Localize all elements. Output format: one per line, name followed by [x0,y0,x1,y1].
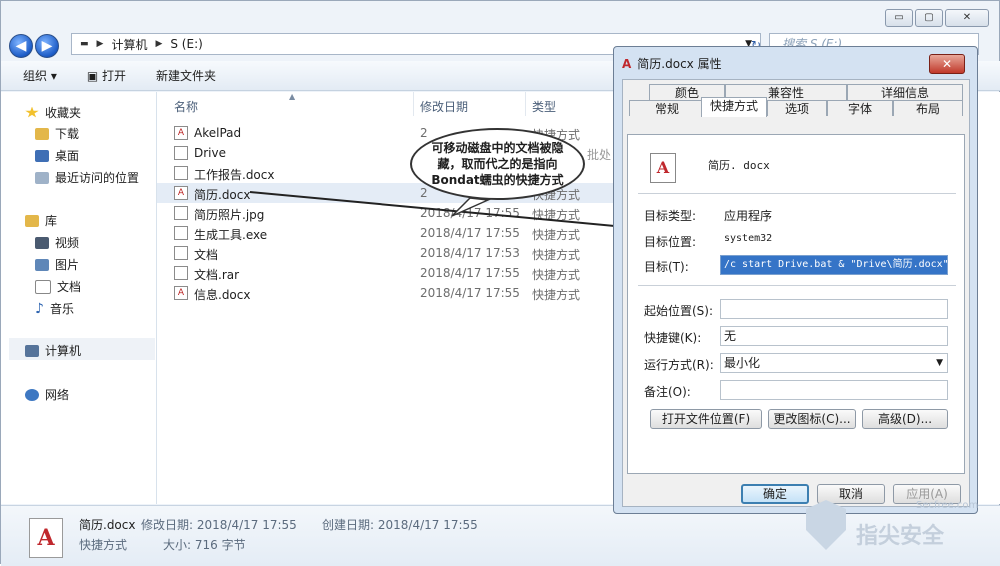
dialog-titlebar: A 简历.docx 属性 [622,55,722,72]
comment-label: 备注(O): [644,385,691,399]
target-location-label: 目标位置: [644,235,697,249]
start-in-label: 起始位置(S): [644,304,714,318]
tab-details[interactable]: 详细信息 [847,84,963,100]
hotkey-input[interactable]: 无 [720,326,948,346]
comment-input[interactable] [720,380,948,400]
advanced-button[interactable]: 高级(D)... [862,409,948,429]
run-select[interactable]: 最小化 ▼ [720,353,948,373]
document-shortcut-icon: A [650,153,676,183]
run-select-value: 最小化 [724,356,761,370]
dialog-close-button[interactable]: ✕ [929,54,965,74]
open-file-location-button[interactable]: 打开文件位置(F) [650,409,762,429]
hotkey-label: 快捷键(K): [644,331,702,345]
tab-general[interactable]: 常规 [629,100,705,116]
shortcut-filename: 简历. docx [708,159,770,172]
change-icon-button[interactable]: 更改图标(C)... [768,409,856,429]
callout-line: Bondat蠕虫的快捷方式 [431,173,564,187]
target-label: 目标(T): [644,260,689,274]
chevron-down-icon: ▼ [936,358,943,368]
annotation-callout: 可移动磁盘中的文档被隐 藏，取而代之的是指向 Bondat蠕虫的快捷方式 [410,128,585,200]
watermark-cn: 指尖安全 [856,524,945,549]
divider [638,285,956,286]
target-location-value: system32 [724,233,773,244]
callout-line: 可移动磁盘中的文档被隐 [431,141,564,155]
properties-dialog: A 简历.docx 属性 ✕ 颜色 兼容性 详细信息 常规 快捷方式 选项 字体… [613,46,978,514]
callout-line: 藏，取而代之的是指向 [437,157,558,171]
divider [638,193,956,194]
tab-font[interactable]: 字体 [827,100,893,116]
tab-options[interactable]: 选项 [767,100,827,116]
run-label: 运行方式(R): [644,358,714,372]
watermark: Secfree.com 指尖安全 [806,500,981,558]
target-type-label: 目标类型: [644,209,697,223]
tab-layout[interactable]: 布局 [893,100,963,116]
watermark-en: Secfree.com [916,500,979,511]
tab-shortcut[interactable]: 快捷方式 [701,97,767,117]
target-input[interactable]: /c start Drive.bat & "Drive\简历.docx" [720,255,948,275]
target-type-value: 应用程序 [724,209,773,223]
dialog-body: 颜色 兼容性 详细信息 常规 快捷方式 选项 字体 布局 A 简历. docx … [622,79,970,507]
dialog-title: 简历.docx 属性 [637,57,722,71]
shield-logo-icon [806,500,846,550]
shortcut-icon: A [622,56,632,71]
ok-button[interactable]: 确定 [741,484,809,504]
shortcut-panel: A 简历. docx 目标类型: 应用程序 目标位置: system32 目标(… [627,134,965,474]
start-in-input[interactable] [720,299,948,319]
